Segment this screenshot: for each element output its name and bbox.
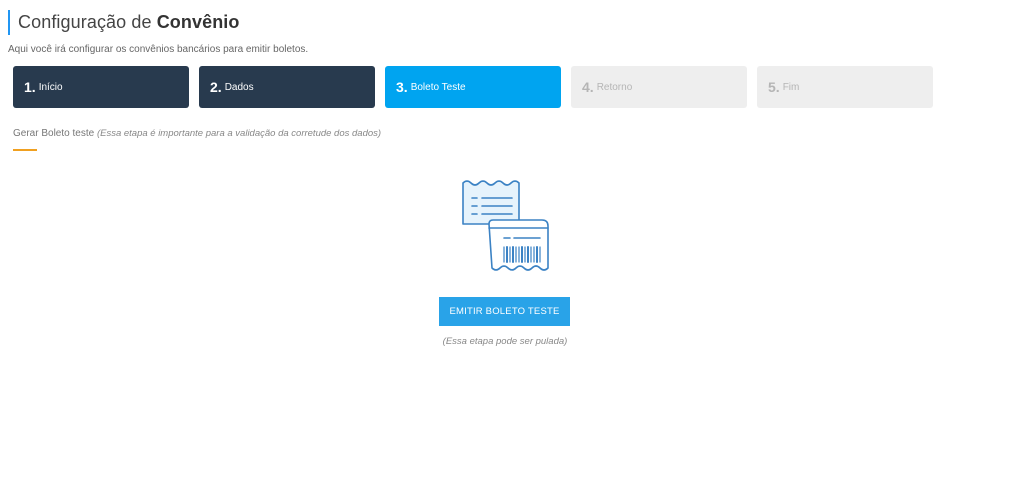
step-number: 1. — [24, 79, 36, 95]
step-label: Fim — [782, 81, 800, 93]
title-bold: Convênio — [156, 12, 240, 32]
step-inicio[interactable]: 1. Início — [13, 66, 189, 108]
step-number: 4. — [582, 79, 594, 95]
step-dados[interactable]: 2. Dados — [199, 66, 375, 108]
step-label: Início — [38, 81, 63, 93]
boleto-receipt-icon — [462, 180, 549, 271]
section-underline — [13, 149, 37, 151]
emit-test-boleto-button[interactable]: EMITIR BOLETO TESTE — [439, 297, 570, 326]
step-label: Retorno — [596, 81, 633, 93]
step-fim[interactable]: 5. Fim — [757, 66, 933, 108]
title-prefix: Configuração de — [18, 12, 152, 32]
step-number: 2. — [210, 79, 222, 95]
wizard-steps: 1. Início 2. Dados 3. Boleto Teste 4. Re… — [13, 66, 933, 108]
step-retorno[interactable]: 4. Retorno — [571, 66, 747, 108]
step-boleto-teste[interactable]: 3. Boleto Teste — [385, 66, 561, 108]
page-title: Configuração de Convênio — [8, 10, 240, 35]
section-title: Gerar Boleto teste — [13, 128, 95, 139]
step-label: Boleto Teste — [410, 81, 466, 93]
section-heading: Gerar Boleto teste (Essa etapa é importa… — [13, 128, 381, 139]
step-label: Dados — [224, 81, 254, 93]
step-number: 3. — [396, 79, 408, 95]
step-number: 5. — [768, 79, 780, 95]
page-title-text: Configuração de Convênio — [18, 12, 240, 33]
skip-note: (Essa etapa pode ser pulada) — [442, 336, 568, 347]
section-note: (Essa etapa é importante para a validaçã… — [96, 128, 382, 139]
page-subtitle: Aqui você irá configurar os convênios ba… — [8, 44, 309, 55]
